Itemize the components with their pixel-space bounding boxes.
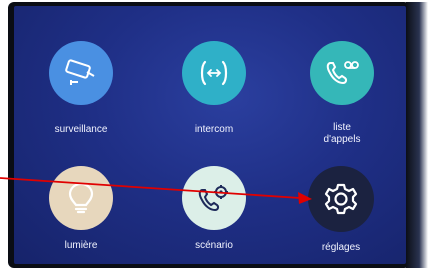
surveillance-button[interactable] — [49, 41, 113, 105]
surveillance-label: surveillance — [54, 124, 108, 135]
scenario-label: scénario — [195, 240, 233, 251]
light-label: lumière — [64, 240, 98, 251]
intercom-call-icon — [196, 58, 232, 88]
call-log-label: liste d'appels — [323, 122, 361, 145]
bezel-edge — [406, 2, 428, 268]
settings-label: réglages — [321, 242, 361, 253]
scenario-phone-gear-icon — [196, 182, 232, 214]
scenario-button[interactable] — [182, 166, 246, 230]
light-button[interactable] — [49, 166, 113, 230]
gear-icon — [324, 182, 358, 216]
touch-screen: surveillance intercom liste d'appels lum… — [14, 6, 406, 264]
lightbulb-icon — [66, 181, 96, 215]
intercom-label: intercom — [194, 124, 234, 135]
camera-icon — [63, 58, 99, 88]
intercom-button[interactable] — [182, 41, 246, 105]
call-log-button[interactable] — [310, 41, 374, 105]
call-log-icon — [323, 58, 361, 88]
settings-button[interactable] — [308, 166, 374, 232]
